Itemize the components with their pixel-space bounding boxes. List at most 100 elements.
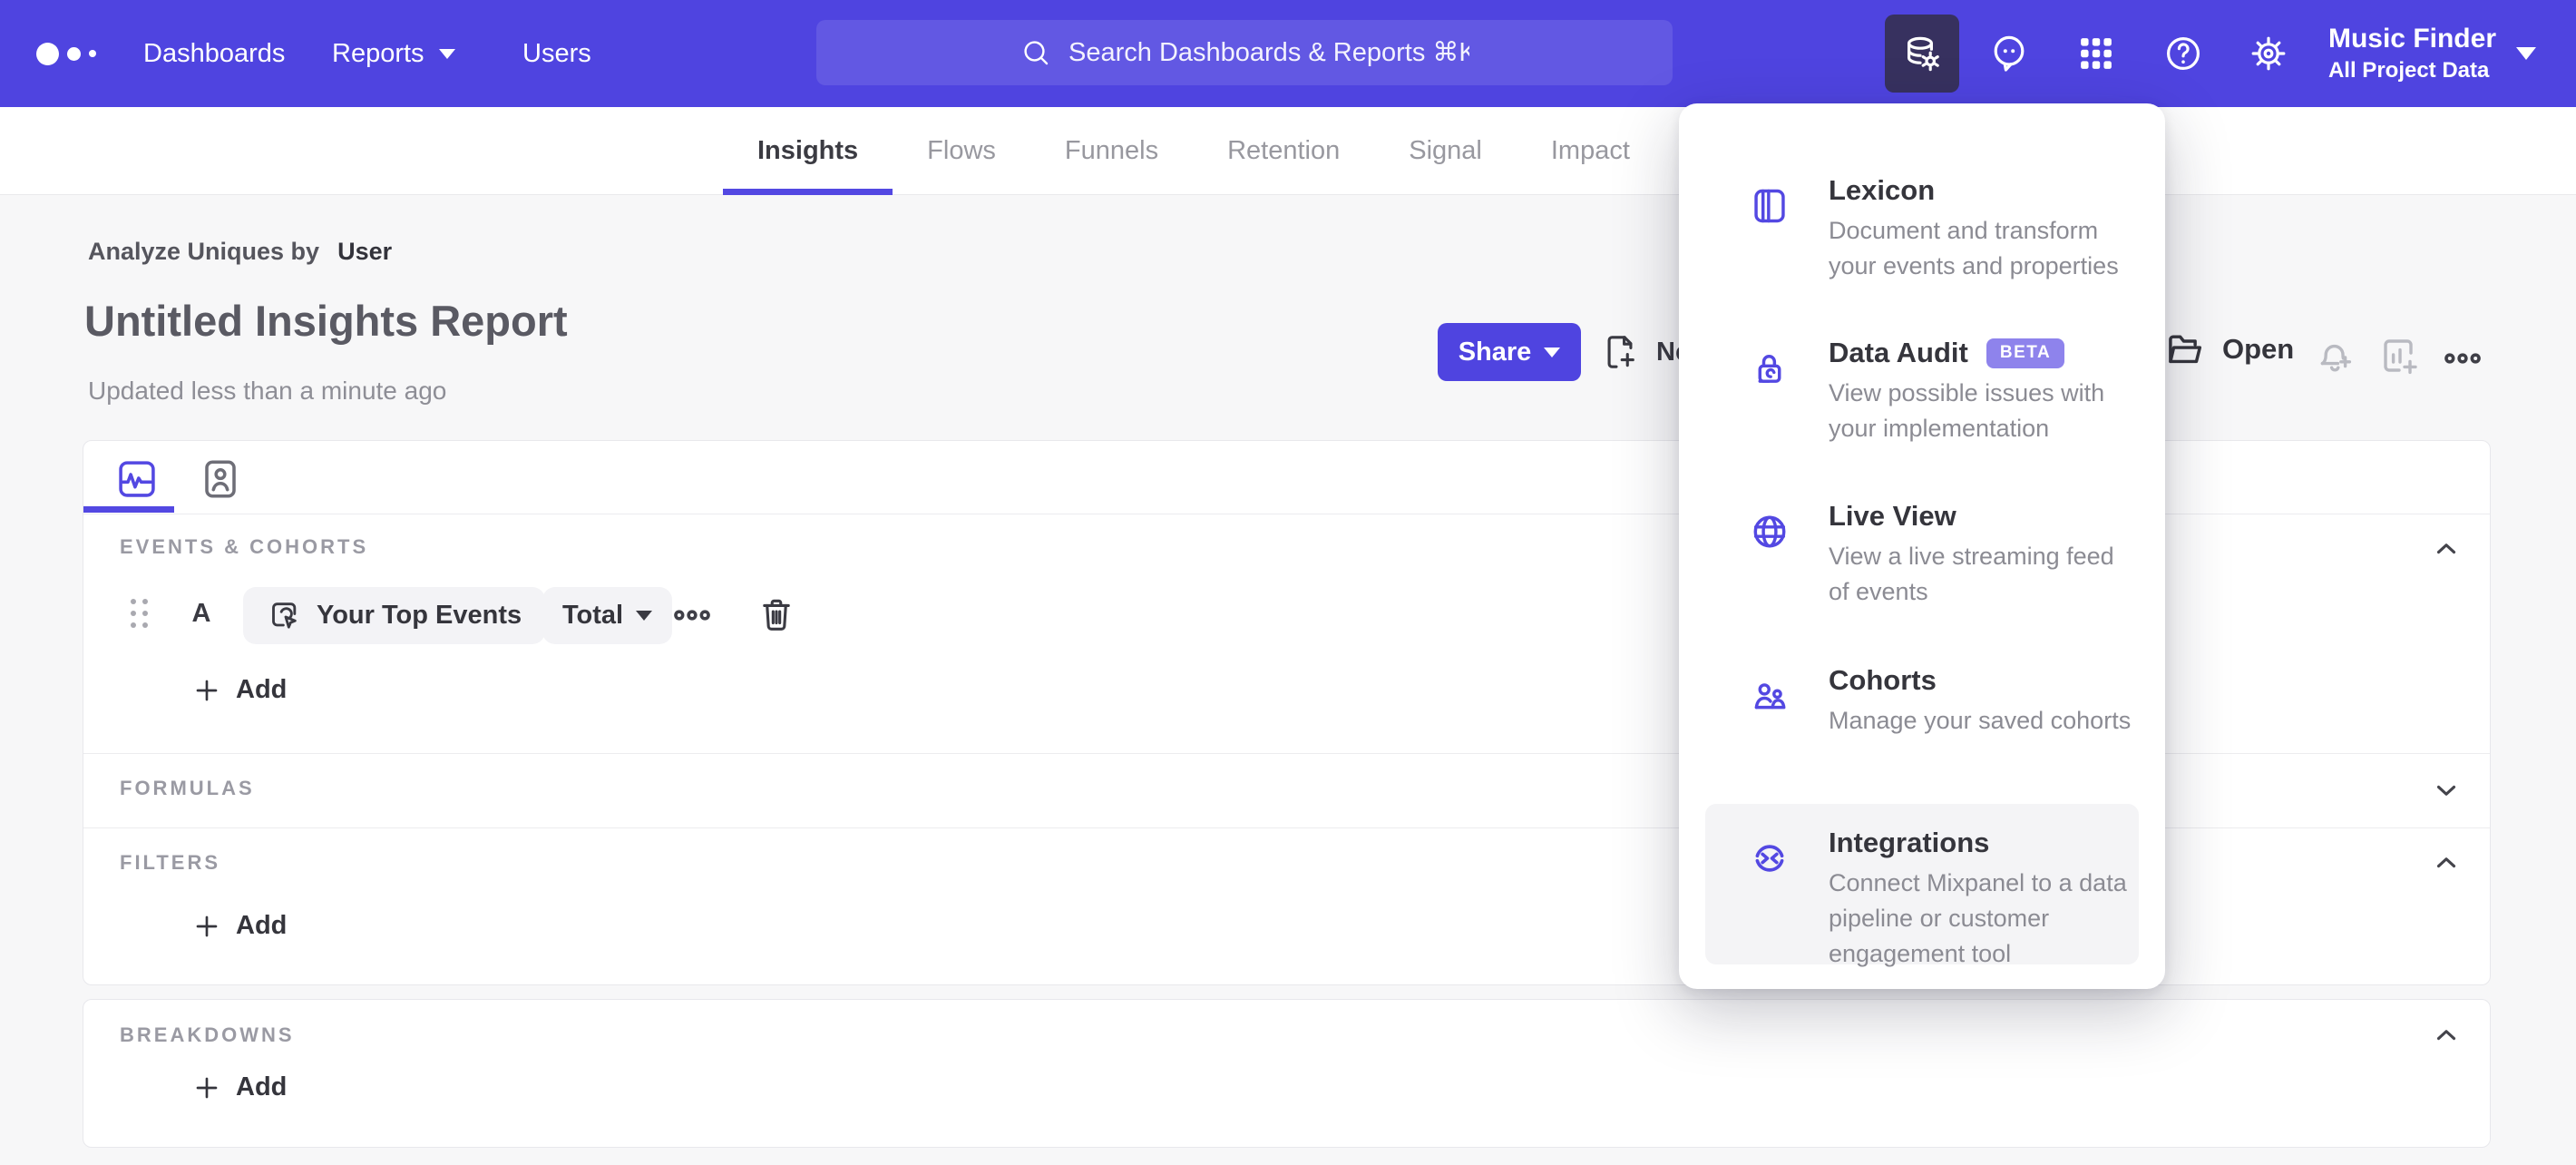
aggregation-label: Total [562, 601, 624, 630]
report-title[interactable]: Untitled Insights Report [84, 296, 568, 346]
chevron-down-icon [2516, 47, 2536, 60]
add-filter-button[interactable]: Add [192, 911, 287, 941]
analyze-value-dropdown[interactable]: User [337, 238, 392, 265]
chevron-down-icon [1544, 347, 1561, 357]
help-button[interactable] [2146, 15, 2220, 93]
menu-item-title: Integrations [1829, 827, 1990, 858]
chevron-up-icon [2436, 1030, 2456, 1041]
mixpanel-logo-icon[interactable] [36, 0, 96, 107]
open-button[interactable]: Open [2164, 328, 2294, 370]
delete-event-button[interactable] [756, 594, 796, 634]
menu-item-data-audit[interactable]: Data Audit BETA View possible issues wit… [1679, 337, 2165, 446]
bell-plus-icon [2320, 344, 2352, 372]
share-button[interactable]: Share [1438, 323, 1581, 381]
report-tab-bar: Insights Flows Funnels Retention Signal … [0, 107, 2576, 195]
tab-funnels-label: Funnels [1064, 136, 1159, 165]
breakdowns-header: BREAKDOWNS [120, 1023, 295, 1046]
analyze-label: Analyze Uniques by [88, 238, 320, 265]
gear-icon [2251, 36, 2286, 71]
open-label: Open [2222, 333, 2295, 365]
menu-item-description: Connect Mixpanel to a data pipeline or c… [1829, 869, 2127, 967]
grid-icon [2081, 38, 2112, 69]
settings-button[interactable] [2231, 15, 2306, 93]
add-filter-label: Add [236, 911, 288, 940]
tab-retention[interactable]: Retention [1193, 107, 1374, 195]
nav-dashboards[interactable]: Dashboards [143, 0, 285, 107]
add-breakdown-button[interactable]: Add [192, 1072, 287, 1102]
plus-icon [196, 680, 218, 700]
apps-grid-button[interactable] [2059, 15, 2133, 93]
menu-item-description: Document and transform your events and p… [1829, 217, 2119, 279]
expand-formulas-button[interactable] [2431, 775, 2462, 806]
tab-signal[interactable]: Signal [1374, 107, 1517, 195]
project-selector[interactable]: Music Finder All Project Data [2328, 0, 2536, 107]
event-select-button[interactable]: Your Top Events [243, 587, 546, 644]
nav-users[interactable]: Users [522, 0, 591, 107]
tab-funnels[interactable]: Funnels [1030, 107, 1193, 195]
more-options-button[interactable] [2442, 338, 2483, 379]
more-horizontal-icon [2444, 353, 2481, 364]
menu-item-title: Data Audit [1829, 337, 1968, 368]
integrations-sync-icon [1755, 845, 1784, 872]
drag-handle[interactable] [131, 599, 148, 628]
breakdowns-card: BREAKDOWNS Add [83, 999, 2491, 1148]
cohorts-people-icon [1754, 683, 1786, 710]
collapse-breakdowns-button[interactable] [2431, 1020, 2462, 1051]
mixpanel-insights-screen: Dashboards Reports Users Search Dashboar… [0, 0, 2576, 1165]
menu-item-integrations[interactable]: Integrations Connect Mixpanel to a data … [1679, 827, 2165, 972]
menu-item-title: Live View [1829, 500, 1956, 532]
add-breakdown-label: Add [236, 1072, 288, 1101]
question-circle-icon [2167, 37, 2200, 70]
database-gear-icon [1908, 36, 1939, 72]
menu-item-lexicon[interactable]: Lexicon Document and transform your even… [1679, 174, 2165, 284]
project-name: Music Finder [2327, 24, 2496, 54]
globe-icon [1753, 515, 1786, 548]
search-icon [1024, 41, 1049, 65]
collapse-filters-button[interactable] [2431, 847, 2462, 878]
share-label: Share [1458, 337, 1532, 367]
menu-item-cohorts[interactable]: Cohorts Manage your saved cohorts [1679, 664, 2165, 739]
chevron-up-icon [2436, 543, 2456, 554]
chevron-up-icon [2436, 857, 2456, 868]
top-nav: Dashboards Reports Users Search Dashboar… [0, 0, 2576, 107]
metrics-view-tab[interactable] [114, 455, 160, 503]
insights-chart-icon [119, 461, 155, 497]
tab-flows[interactable]: Flows [893, 107, 1030, 195]
data-management-button[interactable] [1885, 15, 1959, 93]
event-row-more-button[interactable] [671, 594, 713, 636]
menu-item-title: Cohorts [1829, 664, 1937, 696]
trash-icon [763, 599, 790, 631]
chart-add-button[interactable] [2378, 334, 2422, 377]
add-event-label: Add [236, 675, 288, 704]
filters-header: FILTERS [120, 851, 221, 874]
data-management-menu: Lexicon Document and transform your even… [1679, 103, 2165, 989]
menu-item-description: Manage your saved cohorts [1829, 707, 2132, 734]
tab-signal-label: Signal [1409, 136, 1482, 165]
nav-reports[interactable]: Reports [332, 0, 455, 107]
feedback-button[interactable] [1972, 15, 2046, 93]
tab-impact[interactable]: Impact [1517, 107, 1664, 195]
project-scope: All Project Data [2327, 58, 2490, 83]
new-board-button[interactable]: Ne [1600, 332, 1690, 372]
chevron-down-icon [2436, 785, 2456, 796]
add-event-button[interactable]: Add [192, 675, 287, 705]
plus-icon [196, 915, 218, 936]
nav-reports-label: Reports [332, 38, 424, 68]
search-input[interactable] [1068, 37, 1469, 68]
tab-insights[interactable]: Insights [723, 107, 893, 195]
lexicon-book-icon [1754, 189, 1785, 223]
profiles-view-tab[interactable] [198, 455, 243, 503]
collapse-events-button[interactable] [2431, 534, 2462, 564]
menu-item-title: Lexicon [1829, 174, 1936, 206]
tab-retention-label: Retention [1227, 136, 1341, 165]
alert-add-button[interactable] [2313, 334, 2356, 377]
beta-badge: BETA [1986, 338, 2065, 368]
data-audit-lock-icon [1758, 355, 1781, 383]
search-bar[interactable] [816, 20, 1673, 85]
menu-item-live-view[interactable]: Live View View a live streaming feed of … [1679, 500, 2165, 610]
chat-bubble-icon [1994, 35, 2025, 72]
aggregation-select-button[interactable]: Total [542, 587, 673, 644]
active-tab-underline [723, 189, 893, 195]
more-horizontal-icon [674, 610, 710, 621]
formulas-header: FORMULAS [120, 777, 255, 799]
